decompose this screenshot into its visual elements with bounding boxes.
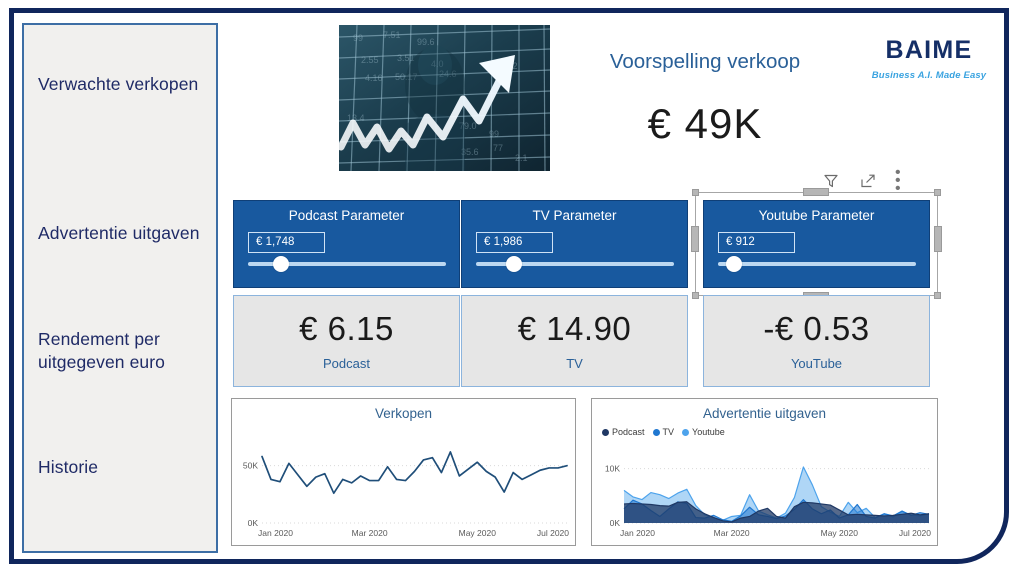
more-options-icon[interactable]: • • •: [895, 163, 914, 197]
chart-title: Advertentie uitgaven: [702, 406, 827, 421]
chart-title: Verkopen: [374, 406, 433, 421]
kpi-value: € 6.15: [299, 309, 394, 347]
sidebar-item-label: Advertentie uitgaven: [38, 223, 200, 243]
stock-market-arrow-image: 997.5199.6 2.553.514.0 4.1650.1724.6 79.…: [339, 25, 550, 171]
parameter-title: Podcast Parameter: [288, 208, 405, 223]
kpi-value: € 14.90: [517, 309, 632, 347]
focus-mode-icon[interactable]: [858, 171, 877, 190]
dashboard-root: Verwachte verkopen Advertentie uitgaven …: [0, 0, 1024, 578]
kpi-card-youtube[interactable]: -€ 0.53 YouTube: [703, 295, 930, 387]
slider-thumb[interactable]: [273, 256, 289, 272]
svg-text:50K: 50K: [243, 461, 258, 471]
svg-text:Jan 2020: Jan 2020: [620, 528, 655, 538]
logo-wordmark: BAIME: [885, 36, 973, 64]
slider-thumb[interactable]: [506, 256, 522, 272]
parameter-value-tv[interactable]: € 1,986: [476, 232, 553, 253]
spend-area-svg: 0K 10K Jan 2020 Mar 2020 May 2020 Jul 2020: [605, 464, 931, 538]
parameter-value-podcast[interactable]: € 1,748: [248, 232, 325, 253]
parameter-cards-row: Podcast Parameter € 1,748 TV Parameter €…: [225, 188, 942, 300]
sidebar-item-historie[interactable]: Historie: [38, 456, 210, 479]
sales-plot-area: 0K 50K Jan 2020 Mar 2020 May 2020 Jul 2020: [232, 421, 575, 545]
parameter-card-podcast[interactable]: Podcast Parameter € 1,748: [233, 200, 460, 288]
svg-text:May 2020: May 2020: [821, 528, 859, 538]
svg-text:0K: 0K: [248, 518, 259, 528]
sidebar-item-label: Rendement per uitgegeven euro: [38, 329, 166, 373]
kpi-value: -€ 0.53: [763, 309, 870, 347]
svg-text:77: 77: [493, 143, 503, 153]
slider-track: [718, 262, 916, 266]
svg-text:10K: 10K: [605, 464, 620, 474]
svg-text:Mar 2020: Mar 2020: [352, 528, 388, 538]
sidebar-item-rendement-per-uitgegeven-euro[interactable]: Rendement per uitgegeven euro: [38, 328, 210, 375]
svg-text:May 2020: May 2020: [459, 528, 497, 538]
kpi-card-tv[interactable]: € 14.90 TV: [461, 295, 688, 387]
more-options-glyph: • • •: [895, 163, 903, 197]
kpi-label: TV: [566, 355, 583, 371]
sidebar-item-verwachte-verkopen[interactable]: Verwachte verkopen: [38, 73, 210, 96]
page-title: Voorspelling verkoop: [609, 50, 801, 73]
logo-tagline: Business A.I. Made Easy: [871, 70, 987, 81]
slider-thumb[interactable]: [726, 256, 742, 272]
baime-logo: BAIME Business A.I. Made Easy: [855, 36, 1003, 82]
svg-text:Mar 2020: Mar 2020: [714, 528, 750, 538]
parameter-slider-tv[interactable]: [476, 256, 674, 272]
kpi-label: Podcast: [323, 355, 370, 371]
parameter-card-youtube[interactable]: Youtube Parameter € 912: [703, 200, 930, 288]
visual-toolbar: • • •: [821, 163, 914, 197]
svg-text:99: 99: [353, 33, 363, 43]
selection-handle-middle-right[interactable]: [934, 226, 942, 252]
svg-text:Jan 2020: Jan 2020: [258, 528, 293, 538]
report-canvas: 997.5199.6 2.553.514.0 4.1650.1724.6 79.…: [225, 14, 1003, 562]
parameter-value-youtube[interactable]: € 912: [718, 232, 795, 253]
parameter-slider-youtube[interactable]: [718, 256, 916, 272]
sales-line-svg: 0K 50K Jan 2020 Mar 2020 May 2020 Jul 2020: [243, 451, 569, 538]
chart-card-advertentie-uitgaven[interactable]: Advertentie uitgaven Podcast TV Youtube: [591, 398, 938, 546]
sidebar-item-label: Verwachte verkopen: [38, 74, 199, 94]
filter-icon[interactable]: [821, 171, 840, 190]
selection-handle-top-left[interactable]: [692, 189, 699, 196]
svg-text:0K: 0K: [610, 518, 621, 528]
spend-plot-area: 0K 10K Jan 2020 Mar 2020 May 2020 Jul 2020: [592, 421, 937, 545]
kpi-card-podcast[interactable]: € 6.15 Podcast: [233, 295, 460, 387]
forecast-value: € 49K: [647, 100, 763, 147]
parameter-slider-podcast[interactable]: [248, 256, 446, 272]
sidebar-item-label: Historie: [38, 457, 99, 477]
charts-row: Verkopen 0K 50K Jan 2020 Mar 2020 May 2020 Ju…: [225, 398, 945, 550]
parameter-card-tv[interactable]: TV Parameter € 1,986: [461, 200, 688, 288]
parameter-title: TV Parameter: [532, 208, 617, 223]
sidebar-item-advertentie-uitgaven[interactable]: Advertentie uitgaven: [38, 222, 210, 245]
svg-text:Jul 2020: Jul 2020: [899, 528, 931, 538]
chart-card-verkopen[interactable]: Verkopen 0K 50K Jan 2020 Mar 2020 May 2020 Ju…: [231, 398, 576, 546]
sidebar: Verwachte verkopen Advertentie uitgaven …: [22, 23, 218, 553]
kpi-cards-row: € 6.15 Podcast € 14.90 TV -€ 0.53 YouTub…: [225, 295, 930, 395]
selection-handle-middle-left[interactable]: [691, 226, 699, 252]
selection-handle-top-right[interactable]: [934, 189, 941, 196]
svg-text:Jul 2020: Jul 2020: [537, 528, 569, 538]
kpi-label: YouTube: [790, 355, 843, 371]
parameter-title: Youtube Parameter: [758, 208, 875, 223]
selection-handle-bottom-right[interactable]: [934, 292, 941, 299]
